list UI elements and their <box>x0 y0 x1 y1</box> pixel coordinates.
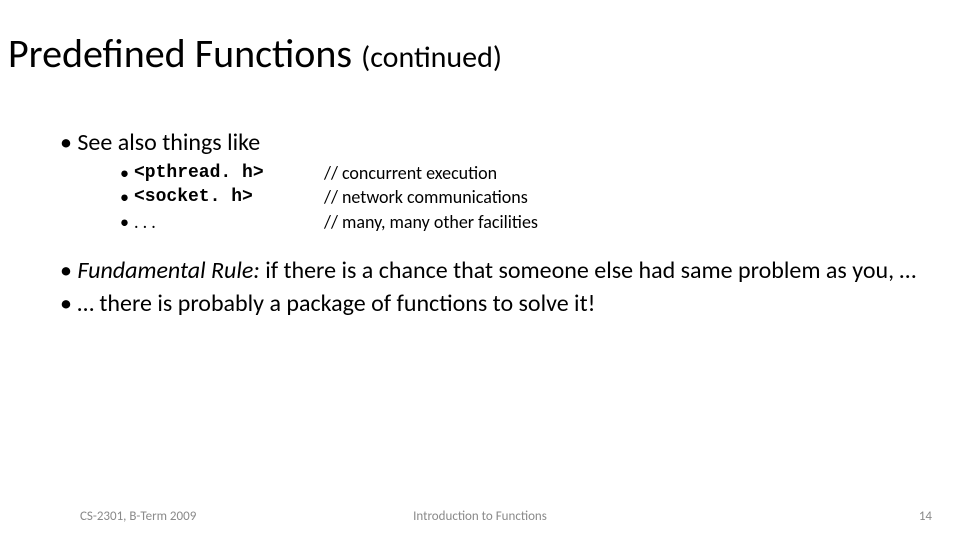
header-comment: // network communications <box>324 185 920 209</box>
rule-rest: if there is a chance that someone else h… <box>260 256 916 285</box>
title-main: Predefined Functions <box>8 29 361 78</box>
header-name: <pthread. h> <box>134 161 324 185</box>
sub-bullet-item: • <pthread. h> // concurrent execution <box>120 161 920 185</box>
sub-bullet-item: • . . . // many, many other facilities <box>120 210 920 234</box>
header-name: . . . <box>134 210 324 234</box>
bullet-icon: • <box>120 185 134 209</box>
footer-center: Introduction to Functions <box>0 509 960 524</box>
bullet-rule-2: • … there is probably a package of funct… <box>60 289 920 318</box>
bullet-rule: • Fundamental Rule: if there is a chance… <box>60 256 920 285</box>
bullet-icon: • <box>120 210 134 234</box>
title-sub: (continued) <box>361 39 502 76</box>
footer-page-number: 14 <box>919 509 932 524</box>
slide-title: Predefined Functions (continued) <box>8 32 502 76</box>
header-name: <socket. h> <box>134 185 324 209</box>
slide: Predefined Functions (continued) • See a… <box>0 0 960 540</box>
rule-emph: Fundamental Rule: <box>77 256 259 285</box>
bullet-icon: • <box>120 161 134 185</box>
spacer <box>60 234 920 256</box>
header-comment: // concurrent execution <box>324 161 920 185</box>
slide-body: • See also things like • <pthread. h> //… <box>60 128 920 322</box>
bullet-see-also: • See also things like <box>60 128 920 157</box>
sub-bullet-list: • <pthread. h> // concurrent execution •… <box>120 161 920 234</box>
sub-bullet-item: • <socket. h> // network communications <box>120 185 920 209</box>
header-comment: // many, many other facilities <box>324 210 920 234</box>
bullet-icon: • <box>60 256 77 285</box>
